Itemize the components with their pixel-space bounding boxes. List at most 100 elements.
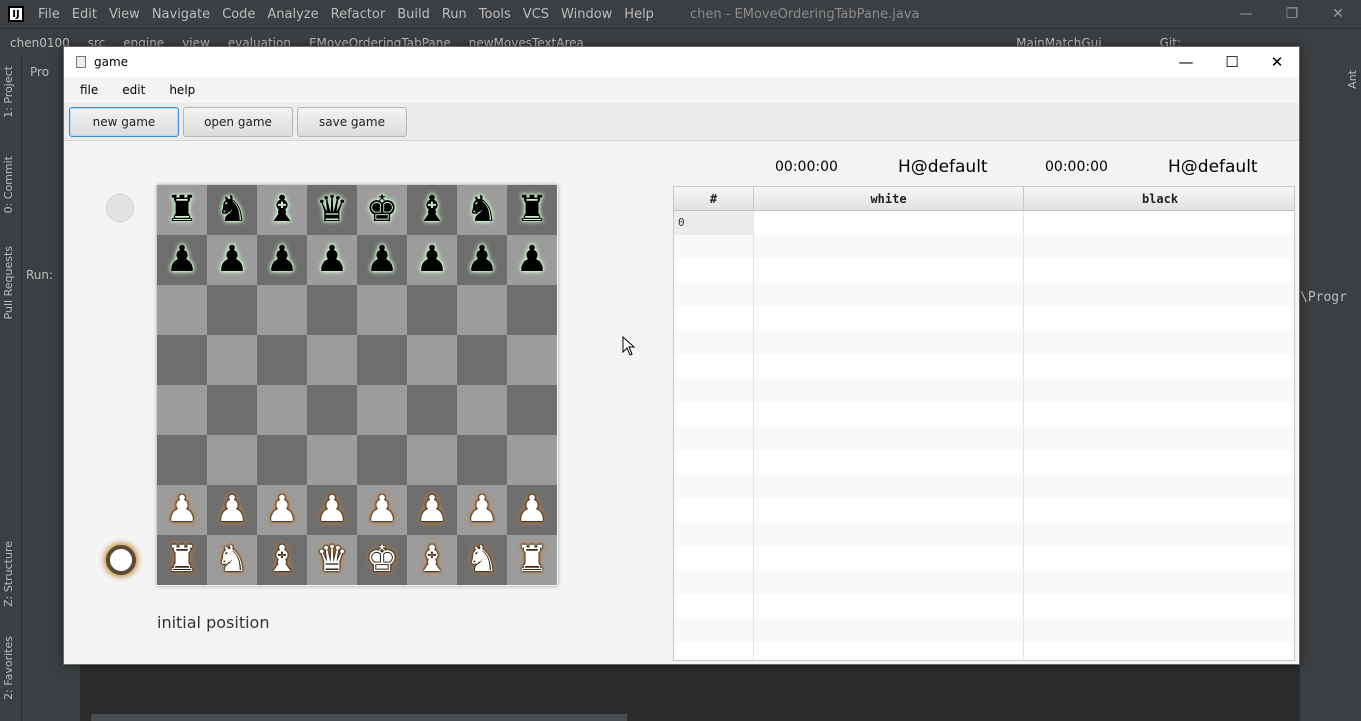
column-header-black[interactable]: black	[1024, 187, 1294, 211]
white-pawn-icon[interactable]: ♟	[407, 485, 457, 535]
table-cell-black[interactable]	[1024, 547, 1294, 571]
table-cell-black[interactable]	[1024, 331, 1294, 355]
table-row[interactable]	[674, 595, 1294, 619]
white-bishop-icon[interactable]: ♝	[257, 535, 307, 585]
table-cell-num[interactable]	[674, 403, 754, 427]
board-square[interactable]	[157, 285, 207, 335]
board-square[interactable]	[207, 435, 257, 485]
table-cell-white[interactable]	[754, 211, 1024, 235]
ide-menu-help[interactable]: Help	[618, 7, 660, 22]
table-cell-num[interactable]	[674, 499, 754, 523]
save-game-button[interactable]: save game	[297, 106, 407, 137]
ide-menu-analyze[interactable]: Analyze	[261, 7, 324, 22]
table-cell-black[interactable]	[1024, 427, 1294, 451]
table-cell-num[interactable]: 0	[674, 211, 754, 235]
tab-commit[interactable]: 0: Commit	[2, 156, 15, 213]
ide-menu-refactor[interactable]: Refactor	[325, 7, 392, 22]
board-square[interactable]	[357, 335, 407, 385]
table-row[interactable]	[674, 235, 1294, 259]
ide-menu-vcs[interactable]: VCS	[517, 7, 555, 22]
board-square[interactable]	[257, 285, 307, 335]
white-queen-icon[interactable]: ♛	[307, 535, 357, 585]
board-square[interactable]	[457, 385, 507, 435]
black-rook-icon[interactable]: ♜	[507, 185, 557, 235]
table-row[interactable]	[674, 403, 1294, 427]
table-cell-white[interactable]	[754, 643, 1024, 660]
black-pawn-icon[interactable]: ♟	[307, 235, 357, 285]
table-row[interactable]	[674, 331, 1294, 355]
table-row[interactable]	[674, 379, 1294, 403]
table-cell-num[interactable]	[674, 451, 754, 475]
table-row[interactable]	[674, 547, 1294, 571]
white-pawn-icon[interactable]: ♟	[207, 485, 257, 535]
board-square[interactable]	[507, 435, 557, 485]
black-pawn-icon[interactable]: ♟	[507, 235, 557, 285]
board-square[interactable]	[157, 335, 207, 385]
table-cell-black[interactable]	[1024, 571, 1294, 595]
board-square[interactable]	[207, 285, 257, 335]
white-king-icon[interactable]: ♚	[357, 535, 407, 585]
board-square[interactable]	[357, 285, 407, 335]
table-cell-num[interactable]	[674, 283, 754, 307]
table-cell-black[interactable]	[1024, 523, 1294, 547]
white-pawn-icon[interactable]: ♟	[357, 485, 407, 535]
board-square[interactable]	[407, 435, 457, 485]
minimize-icon[interactable]: —	[1163, 47, 1209, 77]
tab-project[interactable]: 1: Project	[2, 66, 15, 118]
board-square[interactable]	[157, 385, 207, 435]
board-square[interactable]	[407, 335, 457, 385]
table-cell-num[interactable]	[674, 355, 754, 379]
table-cell-white[interactable]	[754, 427, 1024, 451]
table-row[interactable]	[674, 451, 1294, 475]
table-row[interactable]	[674, 619, 1294, 643]
black-pawn-icon[interactable]: ♟	[207, 235, 257, 285]
table-cell-black[interactable]	[1024, 379, 1294, 403]
table-cell-white[interactable]	[754, 259, 1024, 283]
table-cell-white[interactable]	[754, 475, 1024, 499]
table-cell-black[interactable]	[1024, 307, 1294, 331]
table-row[interactable]	[674, 571, 1294, 595]
ide-menu-build[interactable]: Build	[391, 7, 436, 22]
table-cell-num[interactable]	[674, 235, 754, 259]
minimize-icon[interactable]: —	[1223, 0, 1269, 28]
horizontal-scrollbar[interactable]	[91, 714, 627, 721]
white-pawn-icon[interactable]: ♟	[257, 485, 307, 535]
table-cell-black[interactable]	[1024, 643, 1294, 660]
black-bishop-icon[interactable]: ♝	[407, 185, 457, 235]
table-row[interactable]	[674, 355, 1294, 379]
table-cell-num[interactable]	[674, 307, 754, 331]
table-cell-black[interactable]	[1024, 619, 1294, 643]
table-cell-black[interactable]	[1024, 283, 1294, 307]
black-pawn-icon[interactable]: ♟	[157, 235, 207, 285]
board-square[interactable]	[157, 435, 207, 485]
chess-board[interactable]: ♜ ♞ ♝ ♛ ♚ ♝ ♞ ♜ ♟ ♟ ♟ ♟ ♟ ♟ ♟ ♟ ♟ ♟ ♟ ♟ ♟ ♟ ♟ ♟ ♜ ♞ ♝ ♛ ♚ ♝ ♞ ♜	[157, 185, 558, 586]
white-bishop-icon[interactable]: ♝	[407, 535, 457, 585]
table-cell-white[interactable]	[754, 595, 1024, 619]
white-pawn-icon[interactable]: ♟	[157, 485, 207, 535]
tab-favorites[interactable]: 2: Favorites	[2, 636, 15, 700]
new-game-button[interactable]: new game	[69, 106, 179, 137]
table-cell-white[interactable]	[754, 403, 1024, 427]
table-cell-black[interactable]	[1024, 235, 1294, 259]
table-cell-white[interactable]	[754, 331, 1024, 355]
table-cell-black[interactable]	[1024, 595, 1294, 619]
black-pawn-icon[interactable]: ♟	[257, 235, 307, 285]
table-row[interactable]	[674, 643, 1294, 660]
board-square[interactable]	[457, 335, 507, 385]
table-cell-black[interactable]	[1024, 355, 1294, 379]
table-cell-white[interactable]	[754, 235, 1024, 259]
ide-menu-code[interactable]: Code	[216, 7, 261, 22]
restore-icon[interactable]: ❐	[1269, 0, 1315, 28]
board-square[interactable]	[307, 285, 357, 335]
black-king-icon[interactable]: ♚	[357, 185, 407, 235]
board-square[interactable]	[457, 435, 507, 485]
black-pawn-icon[interactable]: ♟	[457, 235, 507, 285]
table-cell-black[interactable]	[1024, 451, 1294, 475]
board-square[interactable]	[207, 335, 257, 385]
white-pawn-icon[interactable]: ♟	[507, 485, 557, 535]
board-square[interactable]	[207, 385, 257, 435]
board-square[interactable]	[257, 385, 307, 435]
black-bishop-icon[interactable]: ♝	[257, 185, 307, 235]
table-row[interactable]	[674, 475, 1294, 499]
table-cell-white[interactable]	[754, 547, 1024, 571]
